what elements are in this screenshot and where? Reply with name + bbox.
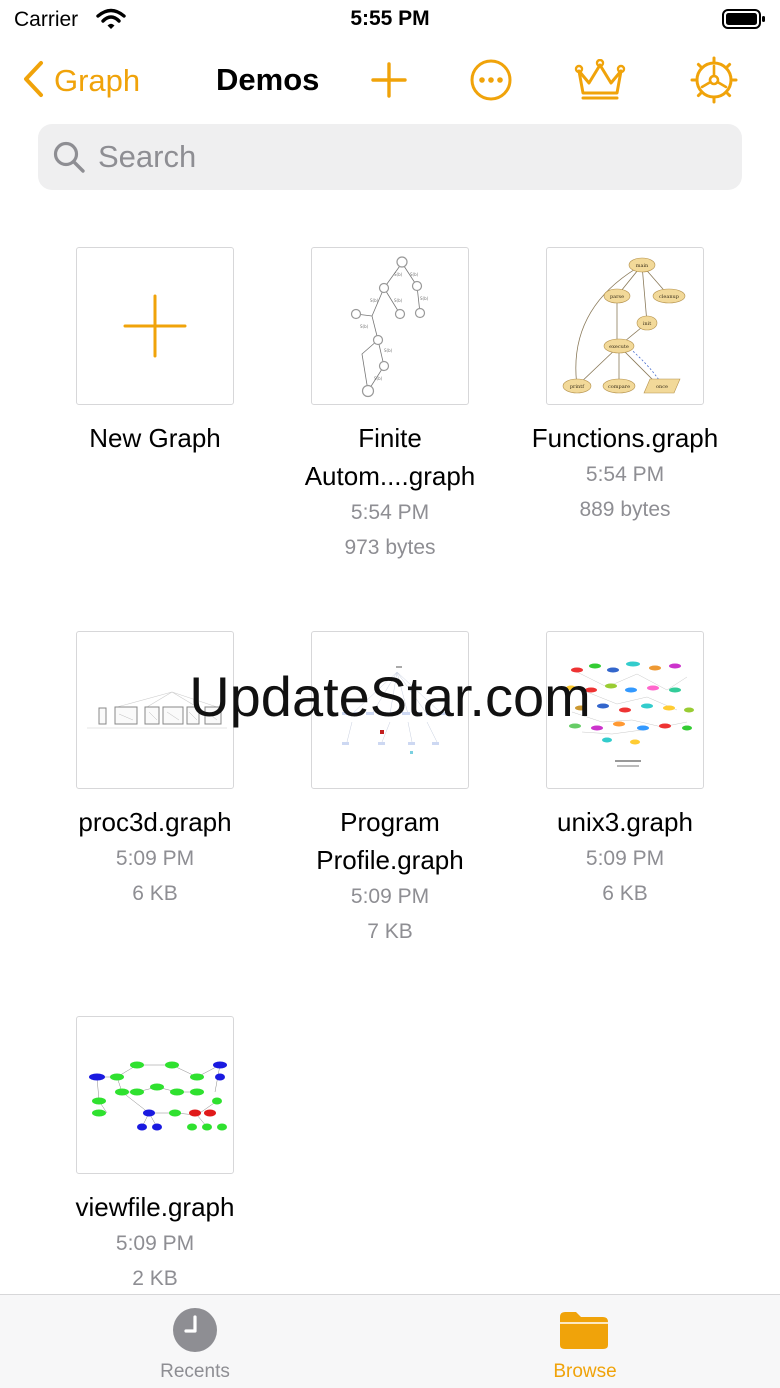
settings-button[interactable] [688, 56, 740, 108]
svg-text:S(b): S(b) [394, 272, 403, 277]
thumb-node-label: parse [610, 294, 624, 300]
file-name: unix3.graph [557, 807, 693, 837]
thumb-node-label: compare [608, 384, 630, 390]
svg-text:S(b): S(b) [370, 298, 379, 303]
file-size: 6 KB [132, 882, 178, 905]
search-icon [52, 140, 86, 174]
tab-recents[interactable]: Recents [0, 1295, 390, 1388]
file-name: Program Profile.graph [316, 807, 464, 875]
tab-label: Browse [553, 1361, 617, 1382]
file-name: proc3d.graph [78, 807, 232, 837]
file-thumbnail[interactable]: main parse cleanup init execute printf c… [546, 247, 704, 405]
file-name: Finite Autom....graph [304, 423, 476, 491]
file-time: 5:54 PM [585, 463, 665, 486]
new-graph-thumbnail[interactable] [76, 247, 234, 405]
file-size: 6 KB [602, 882, 648, 905]
svg-text:S(b): S(b) [394, 298, 403, 303]
file-time: 5:09 PM [350, 885, 430, 908]
status-bar: Carrier 5:55 PM [0, 0, 780, 44]
file-tile[interactable]: main parse cleanup init execute printf c… [510, 247, 740, 527]
file-time: 5:09 PM [585, 847, 665, 870]
plus-icon [370, 61, 408, 104]
new-graph-tile[interactable]: New Graph [40, 247, 270, 457]
crown-icon [573, 58, 627, 106]
file-size: 889 bytes [579, 498, 671, 521]
plus-icon [123, 294, 187, 358]
svg-text:S(b): S(b) [410, 272, 419, 277]
tab-browse[interactable]: Browse [390, 1295, 780, 1388]
back-button[interactable]: Graph [22, 58, 140, 104]
graph-preview-image [89, 1061, 227, 1131]
file-size: 2 KB [132, 1267, 178, 1290]
thumb-node-label: init [643, 321, 651, 327]
file-name: viewfile.graph [75, 1192, 235, 1222]
search-input[interactable] [96, 138, 700, 176]
chevron-left-icon [22, 60, 44, 103]
file-size: 973 bytes [344, 536, 436, 559]
ellipsis-circle-icon [469, 58, 513, 107]
thumb-node-label: cleanup [659, 294, 679, 300]
navigation-bar: Graph Demos [0, 52, 780, 112]
thumb-node-label: main [636, 263, 649, 269]
tab-bar: Recents Browse [0, 1294, 780, 1388]
file-size: 7 KB [367, 920, 413, 943]
folder-icon [558, 1309, 610, 1356]
thumb-node-label: printf [570, 384, 585, 390]
thumb-node-label: execute [609, 344, 629, 350]
file-time: 5:54 PM [350, 501, 430, 524]
graph-preview-image: main parse cleanup init execute printf c… [562, 257, 686, 394]
clock-icon [172, 1307, 218, 1358]
clock-time: 5:55 PM [350, 7, 430, 30]
svg-text:S(b): S(b) [360, 324, 369, 329]
page-title: Demos [216, 62, 320, 97]
file-tile[interactable]: S(b) S(b) S(b) S(b) S(b) S(b) S(b) S(b) Finit… [275, 247, 505, 565]
svg-text:S(b): S(b) [420, 296, 429, 301]
tab-label: Recents [160, 1361, 230, 1382]
graph-preview-image: S(b) S(b) S(b) S(b) S(b) S(b) S(b) S(b) [350, 256, 429, 398]
battery-icon [722, 8, 766, 35]
search-bar[interactable] [38, 124, 742, 190]
file-time: 5:09 PM [115, 847, 195, 870]
gear-icon [690, 56, 738, 109]
watermark-text: UpdateStar.com [189, 665, 591, 728]
more-button[interactable] [465, 56, 517, 108]
file-name: Functions.graph [531, 423, 719, 453]
add-button[interactable] [363, 56, 415, 108]
file-thumbnail[interactable] [76, 1016, 234, 1174]
file-thumbnail[interactable]: S(b) S(b) S(b) S(b) S(b) S(b) S(b) S(b) [311, 247, 469, 405]
file-tile[interactable]: viewfile.graph 5:09 PM 2 KB [40, 1016, 270, 1296]
svg-text:S(b): S(b) [374, 376, 383, 381]
file-name: New Graph [89, 423, 221, 453]
premium-button[interactable] [574, 56, 626, 108]
back-button-label: Graph [54, 63, 141, 98]
thumb-node-label: once [656, 384, 668, 390]
file-time: 5:09 PM [115, 1232, 195, 1255]
svg-text:S(b): S(b) [384, 348, 393, 353]
